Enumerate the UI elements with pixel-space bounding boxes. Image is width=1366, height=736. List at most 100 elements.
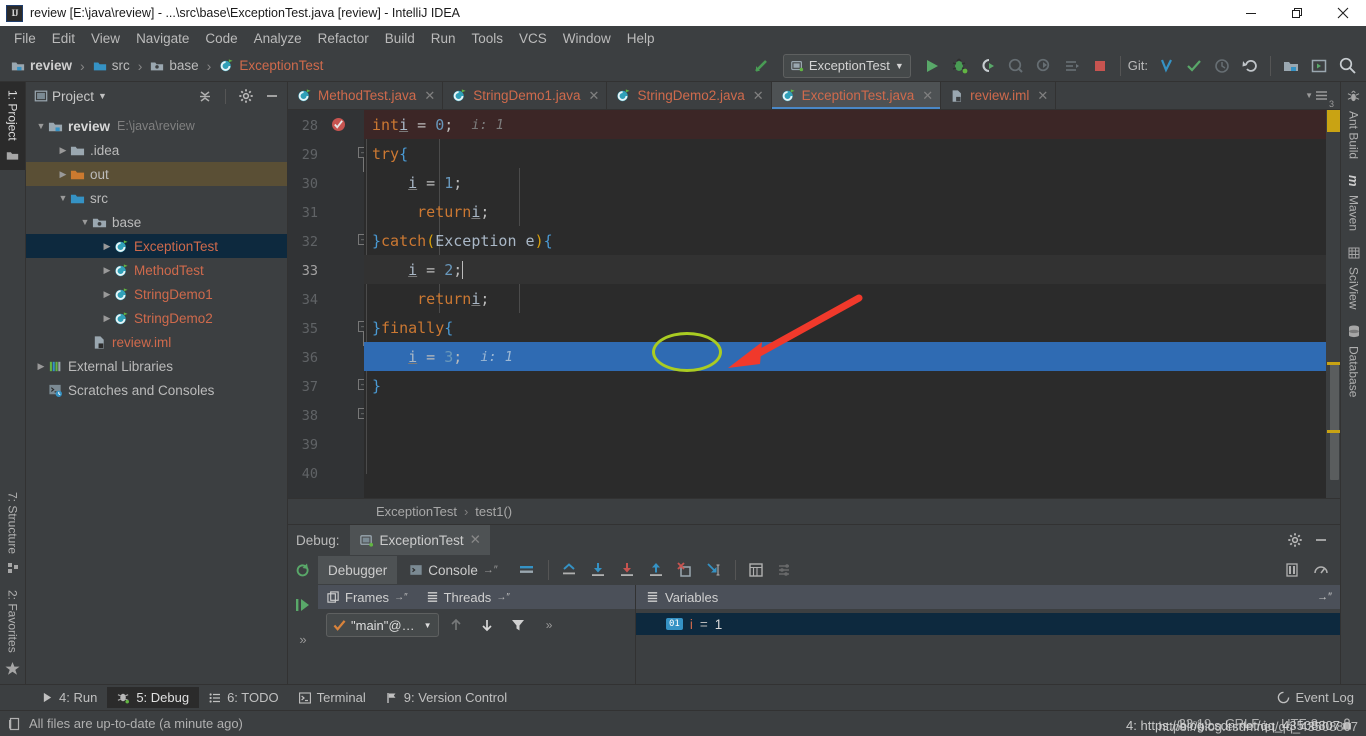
hide-panel-icon[interactable] (261, 85, 283, 107)
bottom-tab-todo[interactable]: 6: TODO (199, 687, 289, 708)
bottom-tab-terminal[interactable]: Terminal (289, 687, 376, 708)
tree-node-scratches[interactable]: Scratches and Consoles (26, 378, 287, 402)
git-rollback-icon[interactable] (1237, 53, 1263, 79)
build-icon[interactable] (749, 53, 775, 79)
code-line-40[interactable] (364, 458, 1326, 487)
more-icon[interactable]: » (536, 613, 563, 637)
variables-tree[interactable]: 01 i = 1 (636, 609, 1340, 684)
bottom-tab-version-control[interactable]: 9: Version Control (376, 687, 517, 708)
editor-marker-bar[interactable] (1326, 110, 1340, 498)
rerun-icon[interactable] (290, 559, 317, 583)
gear-icon[interactable] (1282, 527, 1308, 553)
chevron-right-icon[interactable]: ▶ (100, 265, 114, 276)
breadcrumb-src[interactable]: src (90, 56, 133, 75)
editor-gutter[interactable]: 28 29 30 31 32 33 34 35 36 37 38 39 40 (288, 110, 369, 498)
step-out-icon[interactable] (643, 558, 670, 582)
tab-review-iml[interactable]: review.iml ✕ (941, 82, 1057, 109)
tab-stringdemo2[interactable]: StringDemo2.java ✕ (607, 82, 772, 109)
sidebar-item-favorites[interactable]: 2: Favorites (0, 582, 25, 684)
breakpoint-icon[interactable] (332, 118, 345, 131)
subtab-threads[interactable]: Threads →″ (417, 585, 519, 609)
variable-row-i[interactable]: 01 i = 1 (636, 613, 1340, 635)
menu-analyze[interactable]: Analyze (246, 29, 310, 48)
subtab-frames[interactable]: Frames →″ (318, 585, 417, 609)
tree-node-external-libraries[interactable]: ▶ External Libraries (26, 354, 287, 378)
minimize-icon[interactable] (1308, 527, 1334, 553)
tree-node-out[interactable]: ▶ out (26, 162, 287, 186)
minimize-button[interactable] (1228, 0, 1274, 26)
menu-view[interactable]: View (83, 29, 128, 48)
tree-node-stringdemo1[interactable]: ▶ StringDemo1 (26, 282, 287, 306)
step-icon[interactable] (1059, 53, 1085, 79)
chevron-right-icon[interactable]: ▶ (100, 289, 114, 300)
chevron-down-icon[interactable]: ▼ (78, 217, 92, 227)
down-icon[interactable] (474, 613, 501, 637)
pin-icon[interactable]: →″ (394, 592, 408, 603)
tree-node-base[interactable]: ▼ base (26, 210, 287, 234)
code-line-36[interactable]: i = 3; i: 1 (364, 342, 1326, 371)
git-update-icon[interactable] (1153, 53, 1179, 79)
code-line-37[interactable]: } (364, 371, 1326, 400)
chevron-down-icon[interactable]: ▼ (56, 193, 70, 203)
tree-node-review[interactable]: ▼ review E:\java\review (26, 114, 287, 138)
encoding-selector[interactable]: UTF-8 ↕ (1281, 716, 1326, 731)
code-line-28[interactable]: int i = 0; i: 1 (364, 110, 1326, 139)
chevron-down-icon[interactable]: ▼ (98, 91, 107, 101)
breadcrumb-method[interactable]: test1() (475, 504, 512, 519)
tab-stringdemo1[interactable]: StringDemo1.java ✕ (443, 82, 608, 109)
menu-help[interactable]: Help (619, 29, 663, 48)
throttle-icon[interactable] (1307, 558, 1334, 582)
search-everywhere-icon[interactable] (1334, 53, 1360, 79)
code-editor[interactable]: 28 29 30 31 32 33 34 35 36 37 38 39 40 i… (288, 110, 1340, 498)
tab-overflow-button[interactable]: ▼ 3 (1305, 82, 1340, 109)
code-line-32[interactable]: } catch (Exception e) { (364, 226, 1326, 255)
breadcrumb-exceptiontest[interactable]: ExceptionTest (216, 56, 326, 75)
more-icon[interactable]: » (290, 627, 317, 651)
tree-node-review-iml[interactable]: review.iml (26, 330, 287, 354)
run-anything-icon[interactable] (1306, 53, 1332, 79)
git-history-icon[interactable] (1209, 53, 1235, 79)
code-line-29[interactable]: try { (364, 139, 1326, 168)
sidebar-item-sciview[interactable]: SciView (1343, 239, 1365, 317)
close-icon[interactable]: ✕ (470, 532, 481, 548)
stop-icon[interactable] (1087, 53, 1113, 79)
run-icon[interactable] (919, 53, 945, 79)
collapse-all-icon[interactable] (194, 85, 216, 107)
code-line-34[interactable]: return i; (364, 284, 1326, 313)
up-icon[interactable] (443, 613, 470, 637)
tab-console[interactable]: Console →″ (399, 556, 507, 584)
breadcrumb-review[interactable]: review (8, 56, 75, 75)
sidebar-item-project[interactable]: 1: Project (0, 82, 25, 170)
debug-alt-icon[interactable] (975, 53, 1001, 79)
menu-code[interactable]: Code (197, 29, 245, 48)
close-icon[interactable]: ✕ (1037, 88, 1048, 104)
tree-node-src[interactable]: ▼ src (26, 186, 287, 210)
run-configuration-selector[interactable]: ExceptionTest ▼ (782, 53, 911, 78)
line-separator-selector[interactable]: CRLF ↕ (1225, 716, 1267, 731)
tab-methodtest[interactable]: MethodTest.java ✕ (288, 82, 444, 109)
code-line-39[interactable]: } (364, 429, 1326, 458)
code-line-35[interactable]: } finally { (364, 313, 1326, 342)
show-execution-point-icon[interactable] (556, 558, 583, 582)
evaluate-expression-icon[interactable] (743, 558, 770, 582)
breadcrumb-base[interactable]: base (147, 56, 201, 75)
tree-node-idea[interactable]: ▶ .idea (26, 138, 287, 162)
close-icon[interactable]: ✕ (753, 88, 764, 104)
editor-scrollbar-thumb[interactable] (1330, 362, 1339, 480)
pin-icon[interactable]: →″ (483, 564, 498, 576)
sidebar-item-structure[interactable]: 7: Structure (0, 484, 25, 582)
close-button[interactable] (1320, 0, 1366, 26)
menu-tools[interactable]: Tools (464, 29, 512, 48)
menu-edit[interactable]: Edit (44, 29, 83, 48)
menu-run[interactable]: Run (423, 29, 464, 48)
code-line-33[interactable]: i = 2; (364, 255, 1326, 284)
project-structure-icon[interactable] (1278, 53, 1304, 79)
code-line-31[interactable]: return i; (364, 197, 1326, 226)
filter-icon[interactable] (505, 613, 532, 637)
sidebar-item-database[interactable]: Database (1343, 317, 1365, 405)
tree-node-exceptiontest[interactable]: ▶ ExceptionTest (26, 234, 287, 258)
run-with-coverage-icon[interactable] (1003, 53, 1029, 79)
sidebar-item-ant-build[interactable]: Ant Build (1343, 82, 1365, 167)
resume-icon[interactable] (290, 593, 317, 617)
step-into-icon[interactable] (614, 558, 641, 582)
